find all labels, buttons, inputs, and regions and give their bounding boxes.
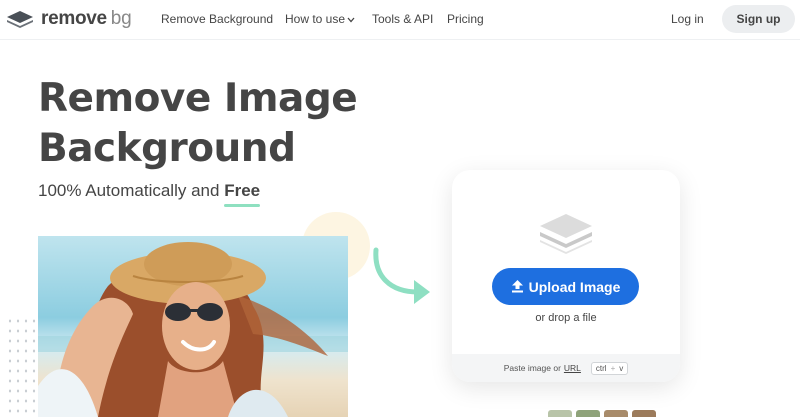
page-title-line1: Remove Image (38, 76, 358, 121)
nav-link-pricing[interactable]: Pricing (447, 12, 484, 26)
upload-image-button[interactable]: Upload Image (492, 268, 639, 305)
kbd-plus: + (610, 363, 616, 373)
example-photo-illustration (38, 242, 348, 417)
curved-arrow-icon (373, 247, 430, 304)
nav-link-remove-background[interactable]: Remove Background (161, 12, 273, 26)
logo[interactable]: remove bg (6, 8, 132, 29)
upload-card[interactable]: Upload Image or drop a file Paste image … (452, 170, 680, 382)
logo-text-remove: remove (41, 8, 107, 29)
image-stack-icon (540, 214, 592, 254)
drop-file-text: or drop a file (535, 312, 597, 324)
logo-stack-icon (7, 11, 33, 28)
page-title-line2: Background (38, 126, 296, 171)
sample-thumbnail[interactable] (632, 410, 656, 417)
decorative-dots (6, 316, 38, 416)
page-title: Remove Image Background (38, 74, 358, 174)
chevron-down-icon (347, 15, 355, 25)
paste-hint: Paste image or URL ctrl + v (452, 354, 680, 382)
signup-button[interactable]: Sign up (722, 5, 795, 33)
kbd-v: v (619, 363, 624, 373)
nav-link-tools-api[interactable]: Tools & API (372, 12, 433, 26)
upload-image-label: Upload Image (528, 278, 621, 295)
subtitle-prefix: 100% Automatically and (38, 181, 220, 200)
login-link[interactable]: Log in (671, 12, 704, 26)
kbd-ctrl: ctrl (595, 363, 607, 373)
sample-thumbnail[interactable] (576, 410, 600, 417)
nav-link-how-to-use[interactable]: How to use (285, 12, 355, 26)
paste-url-link[interactable]: URL (564, 363, 581, 373)
example-photo (38, 236, 348, 417)
free-underline (224, 204, 261, 207)
paste-prefix: Paste image or (503, 363, 561, 373)
upload-arrow-icon (511, 280, 523, 293)
sample-thumbnail[interactable] (548, 410, 572, 417)
keyboard-shortcut: ctrl + v (590, 361, 629, 375)
subtitle-free-text: Free (224, 181, 261, 200)
subtitle: 100% Automatically and Free (38, 181, 261, 207)
nav-link-how-to-use-label: How to use (285, 12, 346, 26)
top-navbar: remove bg Remove Background How to use To… (0, 0, 800, 40)
sample-thumbnail[interactable] (604, 410, 628, 417)
subtitle-free: Free (224, 181, 261, 207)
logo-text-bg: bg (110, 8, 132, 29)
